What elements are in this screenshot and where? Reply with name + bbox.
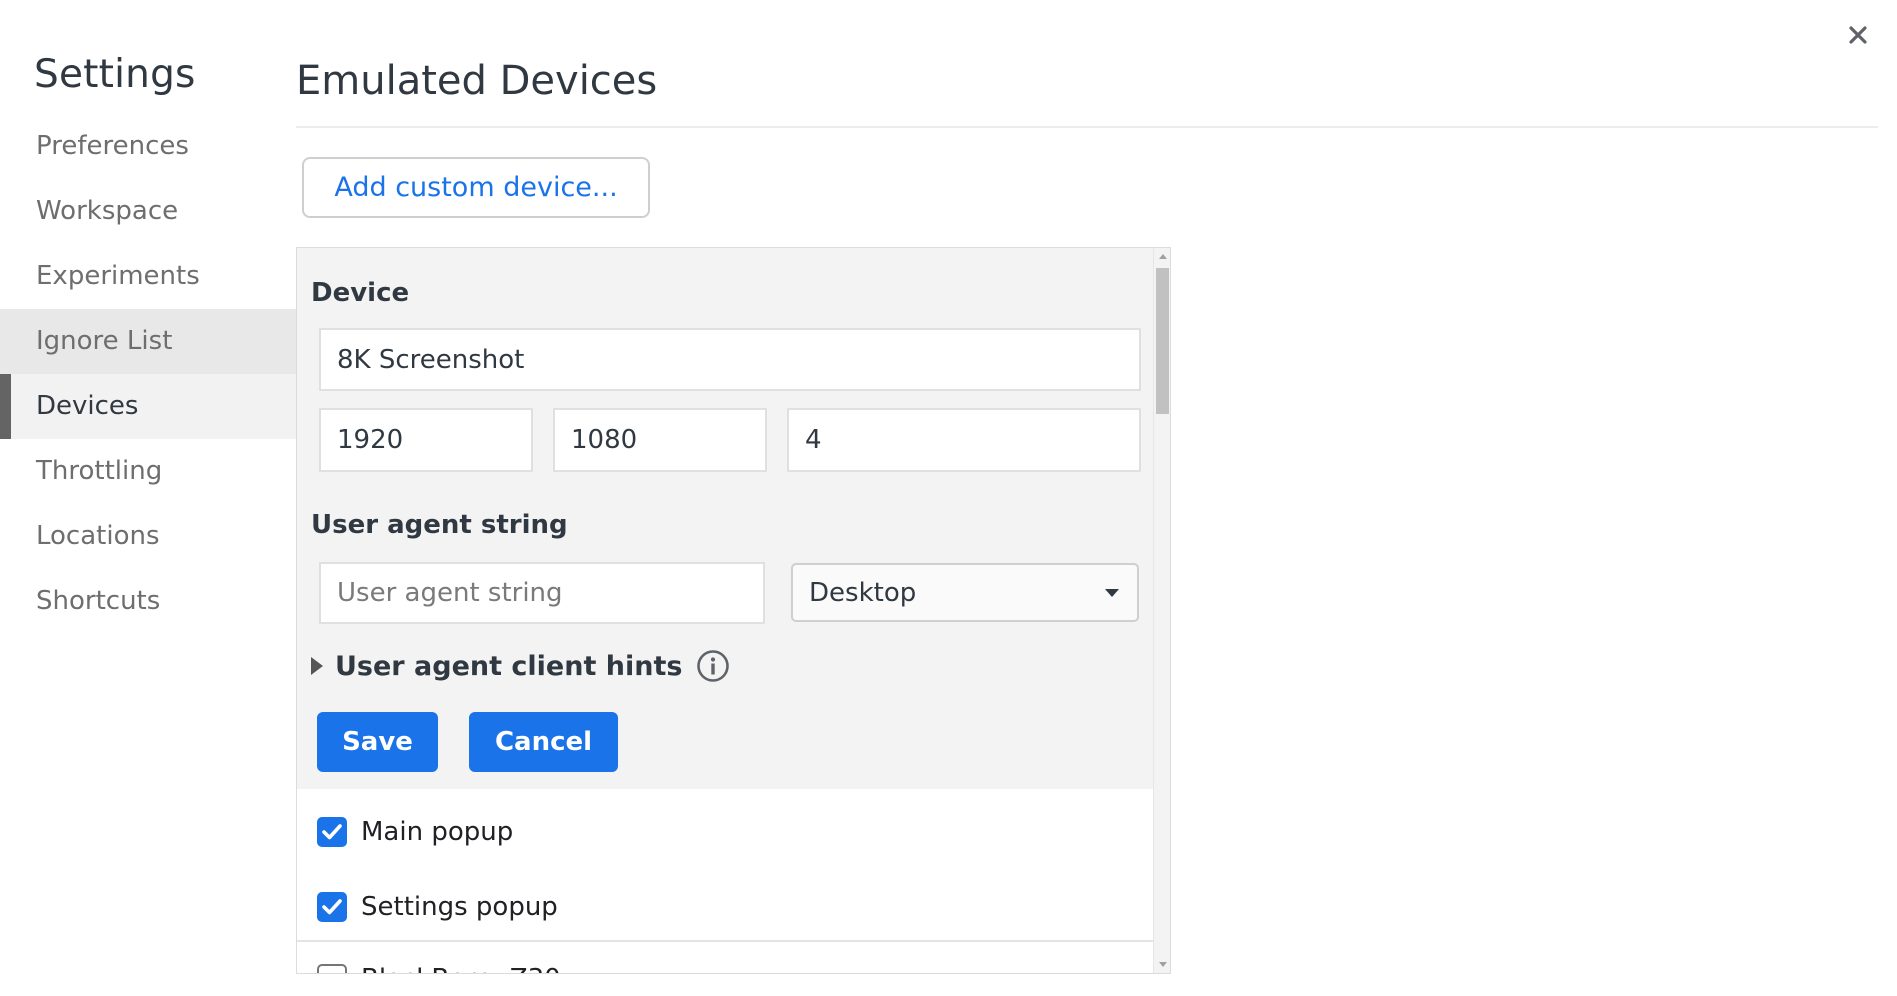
devices-list-panel: Device User agent string Desktop User ag… <box>296 247 1171 974</box>
sidebar-item-ignore-list[interactable]: Ignore List <box>0 309 296 374</box>
device-item-blackberry-z30[interactable]: BlackBerry Z30 <box>317 959 561 973</box>
device-pixel-ratio-input[interactable] <box>787 408 1141 472</box>
save-button[interactable]: Save <box>317 712 438 772</box>
sidebar-nav: Preferences Workspace Experiments Ignore… <box>0 114 296 634</box>
settings-sidebar: Settings Preferences Workspace Experimen… <box>0 0 296 996</box>
sidebar-item-preferences[interactable]: Preferences <box>0 114 296 179</box>
device-item-settings-popup[interactable]: Settings popup <box>317 887 558 927</box>
add-custom-device-button[interactable]: Add custom device... <box>302 157 650 218</box>
sidebar-item-locations[interactable]: Locations <box>0 504 296 569</box>
sidebar-item-devices[interactable]: Devices <box>0 374 296 439</box>
settings-window: Settings Preferences Workspace Experimen… <box>0 0 1897 996</box>
vertical-scrollbar[interactable] <box>1153 248 1170 973</box>
close-button[interactable] <box>1846 23 1870 47</box>
client-hints-toggle[interactable]: User agent client hints <box>311 646 730 686</box>
client-hints-label: User agent client hints <box>335 650 683 682</box>
user-agent-section-label: User agent string <box>311 510 568 540</box>
checkmark-icon <box>322 899 342 915</box>
checkbox-unchecked[interactable] <box>317 964 347 973</box>
scrollbar-thumb[interactable] <box>1156 268 1169 414</box>
scroll-up-arrow-icon[interactable] <box>1159 254 1167 259</box>
scroll-down-arrow-icon[interactable] <box>1159 962 1167 967</box>
user-agent-input[interactable] <box>319 562 765 624</box>
device-name-input[interactable] <box>319 328 1141 391</box>
sidebar-title: Settings <box>34 52 196 97</box>
checkbox-checked[interactable] <box>317 892 347 922</box>
user-agent-type-value: Desktop <box>809 578 917 608</box>
device-item-main-popup[interactable]: Main popup <box>317 812 513 852</box>
title-divider <box>296 126 1878 128</box>
sidebar-item-experiments[interactable]: Experiments <box>0 244 296 309</box>
info-icon[interactable] <box>696 649 730 683</box>
device-label: Settings popup <box>361 892 558 922</box>
sidebar-item-shortcuts[interactable]: Shortcuts <box>0 569 296 634</box>
sidebar-item-throttling[interactable]: Throttling <box>0 439 296 504</box>
cancel-button[interactable]: Cancel <box>469 712 618 772</box>
page-title: Emulated Devices <box>296 58 658 104</box>
device-width-input[interactable] <box>319 408 533 472</box>
list-separator <box>297 940 1153 942</box>
device-label: Main popup <box>361 817 514 847</box>
expand-triangle-icon <box>311 657 323 675</box>
checkbox-checked[interactable] <box>317 817 347 847</box>
close-icon <box>1849 26 1867 44</box>
checkmark-icon <box>322 824 342 840</box>
device-section-label: Device <box>311 278 410 308</box>
device-editor: Device User agent string Desktop User ag… <box>297 248 1153 789</box>
device-height-input[interactable] <box>553 408 767 472</box>
sidebar-item-workspace[interactable]: Workspace <box>0 179 296 244</box>
chevron-down-icon <box>1105 589 1119 597</box>
user-agent-type-select[interactable]: Desktop <box>791 563 1139 622</box>
device-label: BlackBerry Z30 <box>361 964 561 973</box>
